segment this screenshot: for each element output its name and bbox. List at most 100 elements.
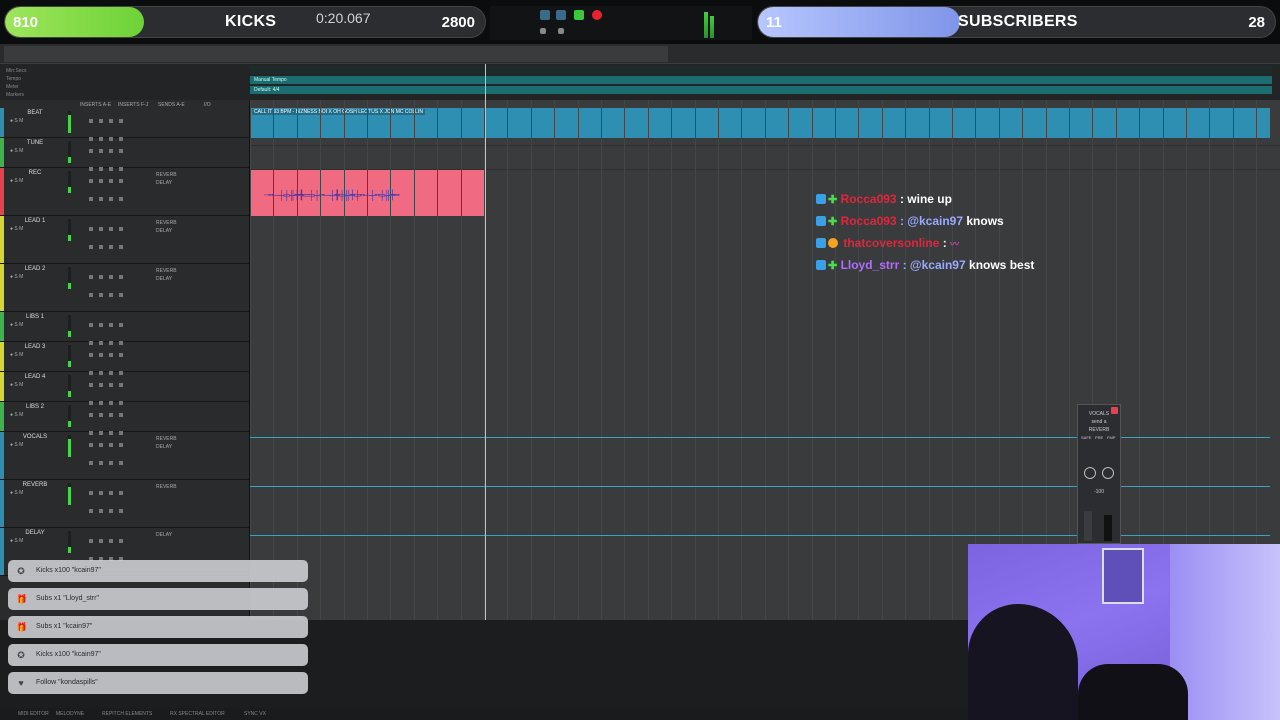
wall-picture-frame bbox=[1102, 548, 1144, 604]
track-name[interactable]: VOCALS bbox=[18, 434, 52, 440]
send-a[interactable]: REVERB bbox=[156, 171, 192, 179]
rec-audio-clip[interactable]: ╌╍─┼╪╫┿╋═╪┼╍─┼╋╪╫┿╪╍─┼╍╪╫┿╍ bbox=[250, 170, 486, 216]
insert-slots[interactable] bbox=[86, 483, 146, 513]
track-header[interactable]: REVERB ● S M REVERB bbox=[0, 480, 250, 528]
send-level-value: -100 bbox=[1093, 489, 1104, 495]
insert-slots[interactable] bbox=[86, 375, 146, 405]
insert-slots[interactable] bbox=[86, 267, 146, 297]
track-name[interactable]: LIBS 1 bbox=[18, 314, 52, 320]
grid-line bbox=[297, 100, 298, 620]
track-buttons[interactable]: ● S M bbox=[10, 412, 23, 418]
close-icon[interactable] bbox=[1111, 407, 1118, 414]
grid-line bbox=[929, 100, 930, 620]
stop-button[interactable] bbox=[556, 10, 566, 20]
track-buttons[interactable]: ● S M bbox=[10, 382, 23, 388]
send-b[interactable]: DELAY bbox=[156, 443, 192, 451]
play-button[interactable] bbox=[574, 10, 584, 20]
track-header[interactable]: TUNE ● S M bbox=[0, 138, 250, 171]
pan-knob-left[interactable] bbox=[1084, 467, 1096, 479]
track-name[interactable]: LEAD 4 bbox=[18, 374, 52, 380]
track-header[interactable]: REC ● S M REVERB DELAY bbox=[0, 168, 250, 216]
track-buttons[interactable]: ● S M bbox=[10, 226, 23, 232]
track-buttons[interactable]: ● S M bbox=[10, 178, 23, 184]
pre-button[interactable]: PRE bbox=[1095, 435, 1103, 440]
track-header[interactable]: LEAD 4 ● S M bbox=[0, 372, 250, 405]
insert-slots[interactable] bbox=[86, 315, 146, 345]
meter-ruler[interactable]: Default: 4/4 bbox=[250, 86, 1272, 94]
track-name[interactable]: TUNE bbox=[18, 140, 52, 146]
send-b[interactable]: DELAY bbox=[156, 275, 192, 283]
sends-a-e-header: SENDS A-E bbox=[158, 102, 185, 108]
send-a[interactable]: REVERB bbox=[156, 219, 192, 227]
safe-button[interactable]: SAFE bbox=[1081, 435, 1091, 440]
rewind-button[interactable] bbox=[540, 28, 546, 34]
send-b[interactable]: DELAY bbox=[156, 179, 192, 187]
insert-slots[interactable] bbox=[86, 219, 146, 249]
track-buttons[interactable]: ● S M bbox=[10, 118, 23, 124]
track-header[interactable]: LEAD 2 ● S M REVERB DELAY bbox=[0, 264, 250, 312]
send-a[interactable]: REVERB bbox=[156, 435, 192, 443]
track-buttons[interactable]: ● S M bbox=[10, 538, 23, 544]
track-buttons[interactable]: ● S M bbox=[10, 274, 23, 280]
insert-slots[interactable] bbox=[86, 531, 146, 561]
send-b[interactable]: DELAY bbox=[156, 227, 192, 235]
track-header[interactable]: LIBS 1 ● S M bbox=[0, 312, 250, 345]
track-name[interactable]: DELAY bbox=[18, 530, 52, 536]
insert-slots[interactable] bbox=[86, 171, 146, 201]
track-buttons[interactable]: ● S M bbox=[10, 490, 23, 496]
pan-knob-right[interactable] bbox=[1102, 467, 1114, 479]
track-level-fill bbox=[68, 487, 71, 505]
track-name[interactable]: LEAD 3 bbox=[18, 344, 52, 350]
send-a[interactable]: REVERB bbox=[156, 267, 192, 275]
send-fader[interactable] bbox=[1084, 511, 1092, 541]
track-buttons[interactable]: ● S M bbox=[10, 322, 23, 328]
track-name[interactable]: BEAT bbox=[18, 110, 52, 116]
edit-window[interactable]: CALL IT 93 BPM - BIZNESS BOI X OH GOSH L… bbox=[250, 100, 1280, 620]
track-name[interactable]: LEAD 1 bbox=[18, 218, 52, 224]
track-buttons[interactable]: ● S M bbox=[10, 352, 23, 358]
grid-line bbox=[741, 100, 742, 620]
track-name[interactable]: LIBS 2 bbox=[18, 404, 52, 410]
track-header[interactable]: BEAT ● S M bbox=[0, 108, 250, 141]
subscribers-label: SUBSCRIBERS bbox=[958, 13, 1078, 30]
record-button[interactable] bbox=[592, 10, 602, 20]
send-a[interactable]: REVERB bbox=[156, 483, 192, 491]
track-name[interactable]: REC bbox=[18, 170, 52, 176]
beat-audio-clip[interactable]: CALL IT 93 BPM - BIZNESS BOI X OH GOSH L… bbox=[250, 108, 1270, 138]
loop-button[interactable] bbox=[540, 10, 550, 20]
playhead-cursor[interactable] bbox=[485, 64, 486, 620]
track-buttons[interactable]: ● S M bbox=[10, 148, 23, 154]
kicks-goal-bar: 810 KICKS 2800 bbox=[4, 6, 486, 38]
bottom-tab[interactable]: MIDI EDITOR bbox=[18, 711, 49, 717]
send-slot: send a bbox=[1091, 419, 1107, 425]
chat-mention: : @kcain97 bbox=[899, 214, 964, 228]
send-a[interactable]: DELAY bbox=[156, 531, 192, 539]
bottom-tab[interactable]: SYNC VX bbox=[244, 711, 266, 717]
track-header[interactable]: VOCALS ● S M REVERB DELAY bbox=[0, 432, 250, 480]
bottom-tab[interactable]: RX SPECTRAL EDITOR bbox=[170, 711, 225, 717]
insert-slots[interactable] bbox=[86, 435, 146, 465]
track-name[interactable]: LEAD 2 bbox=[18, 266, 52, 272]
insert-slots[interactable] bbox=[86, 141, 146, 171]
track-header[interactable]: LIBS 2 ● S M bbox=[0, 402, 250, 435]
forward-button[interactable] bbox=[558, 28, 564, 34]
track-header[interactable]: LEAD 3 ● S M bbox=[0, 342, 250, 375]
track-header[interactable]: LEAD 1 ● S M REVERB DELAY bbox=[0, 216, 250, 264]
insert-slots[interactable] bbox=[86, 405, 146, 435]
master-meter-left bbox=[704, 12, 708, 38]
grid-line bbox=[578, 100, 579, 620]
tempo-ruler[interactable]: Manual Tempo bbox=[250, 76, 1272, 84]
bottom-tab[interactable]: MELODYNE bbox=[56, 711, 84, 717]
fmp-button[interactable]: FMP bbox=[1107, 435, 1115, 440]
track-level-fill bbox=[68, 439, 71, 457]
send-destination[interactable]: REVERB bbox=[1078, 427, 1120, 433]
insert-slots[interactable] bbox=[86, 111, 146, 141]
send-window[interactable]: VOCALS send a REVERB SAFE PRE FMP -100 bbox=[1077, 404, 1121, 544]
track-buttons[interactable]: ● S M bbox=[10, 442, 23, 448]
bottom-tab[interactable]: REPITCH ELEMENTS bbox=[102, 711, 152, 717]
grid-line bbox=[531, 100, 532, 620]
track-name[interactable]: REVERB bbox=[18, 482, 52, 488]
insert-slots[interactable] bbox=[86, 345, 146, 375]
min-secs-ruler[interactable] bbox=[250, 66, 1272, 74]
grid-line bbox=[718, 100, 719, 620]
